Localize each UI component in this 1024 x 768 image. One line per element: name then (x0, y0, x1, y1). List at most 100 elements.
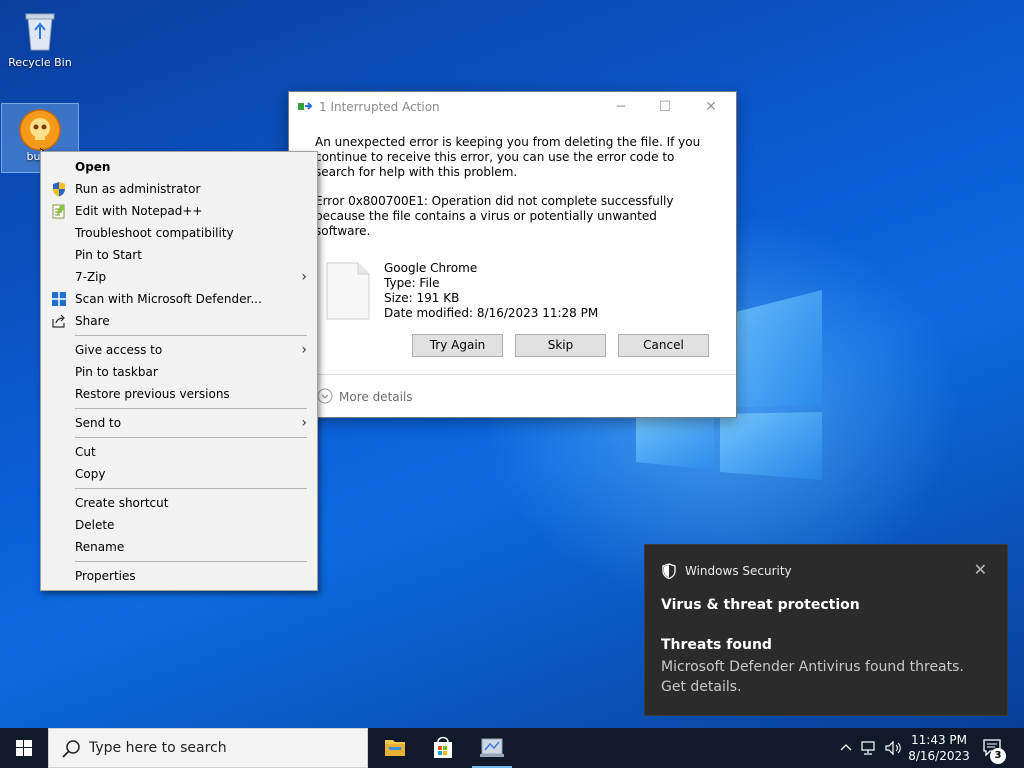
menu-item-label: Send to (75, 416, 122, 430)
control-panel-icon (480, 738, 504, 757)
menu-item-label: Cut (75, 445, 96, 459)
maximize-button[interactable]: ☐ (650, 96, 680, 118)
menu-item-label: Scan with Microsoft Defender... (75, 292, 262, 306)
menu-item-share[interactable]: Share (41, 310, 317, 332)
menu-item-label: Rename (75, 540, 125, 554)
file-explorer-icon (385, 740, 405, 756)
file-move-icon (298, 102, 313, 110)
desktop-icon-label: Recycle Bin (8, 56, 72, 69)
menu-item-label: Run as administrator (75, 182, 201, 196)
menu-item-label: Properties (75, 569, 136, 583)
windows-security-toast[interactable]: Windows Security ✕ Virus & threat protec… (644, 544, 1008, 716)
dialog-message: An unexpected error is keeping you from … (315, 135, 701, 179)
menu-item-restore-previous-versions[interactable]: Restore previous versions (41, 383, 317, 405)
menu-item-run-as-administrator[interactable]: Run as administrator (41, 178, 317, 200)
cancel-button[interactable]: Cancel (618, 334, 709, 357)
notepad-icon (52, 204, 65, 219)
toast-body: Microsoft Defender Antivirus found threa… (661, 659, 964, 695)
clock-date: 8/16/2023 (908, 749, 970, 763)
menu-item-label: 7-Zip (75, 270, 107, 284)
file-size: Size: 191 KB (384, 291, 460, 305)
file-icon (326, 262, 370, 320)
toast-heading: Virus & threat protection (661, 597, 860, 613)
search-icon (62, 740, 80, 758)
taskbar: Type here to search 11:43 PM 8/16/2023 3 (0, 728, 1024, 768)
menu-item-label: Pin to Start (75, 248, 142, 262)
desktop-icon-recycle-bin[interactable]: Recycle Bin (2, 8, 78, 69)
taskbar-file-explorer[interactable] (371, 728, 419, 768)
minimize-button[interactable]: ─ (606, 96, 636, 118)
more-details-link[interactable]: More details (339, 390, 413, 404)
menu-separator (75, 561, 307, 562)
menu-item-label: Delete (75, 518, 115, 532)
context-menu: Open Run as administrator Edit with Note… (40, 151, 318, 591)
menu-item-create-shortcut[interactable]: Create shortcut (41, 492, 317, 514)
menu-item-label: Restore previous versions (75, 387, 230, 401)
file-type: Type: File (384, 276, 440, 290)
menu-item-pin-to-taskbar[interactable]: Pin to taskbar (41, 361, 317, 383)
menu-item-label: Pin to taskbar (75, 365, 158, 379)
microsoft-store-icon (434, 736, 452, 758)
menu-item-label: Give access to (75, 343, 163, 357)
taskbar-microsoft-store[interactable] (419, 728, 467, 768)
chevron-right-icon: › (301, 415, 307, 431)
menu-item-cut[interactable]: Cut (41, 441, 317, 463)
notification-count-badge: 3 (990, 748, 1006, 764)
menu-item-label: Troubleshoot compatibility (75, 226, 234, 240)
system-tray (838, 728, 901, 768)
dialog-titlebar[interactable]: 1 Interrupted Action ─ ☐ ✕ (289, 92, 736, 122)
taskbar-control-panel[interactable] (468, 728, 516, 768)
menu-item-delete[interactable]: Delete (41, 514, 317, 536)
defender-icon (52, 292, 66, 306)
file-details: Google Chrome Type: File Size: 191 KB Da… (384, 261, 598, 321)
recycle-bin-icon (25, 13, 55, 51)
menu-item-pin-to-start[interactable]: Pin to Start (41, 244, 317, 266)
menu-separator (75, 488, 307, 489)
dialog-title: 1 Interrupted Action (319, 100, 440, 114)
share-icon (52, 314, 65, 328)
search-placeholder: Type here to search (89, 740, 227, 756)
menu-item-label: Copy (75, 467, 106, 481)
close-icon[interactable]: ✕ (974, 560, 987, 579)
file-date-modified: Date modified: 8/16/2023 11:28 PM (384, 306, 599, 320)
chevron-right-icon: › (301, 269, 307, 285)
chevron-up-icon[interactable] (838, 740, 854, 756)
menu-item-open[interactable]: Open (41, 156, 317, 178)
interrupted-action-dialog: 1 Interrupted Action ─ ☐ ✕ An unexpected… (288, 91, 737, 418)
menu-item-troubleshoot-compatibility[interactable]: Troubleshoot compatibility (41, 222, 317, 244)
toast-subheading: Threats found (661, 637, 772, 653)
menu-item-label: Share (75, 314, 110, 328)
menu-item-scan-with-defender[interactable]: Scan with Microsoft Defender... (41, 288, 317, 310)
close-button[interactable]: ✕ (696, 96, 726, 118)
menu-item-label: Create shortcut (75, 496, 169, 510)
menu-item-give-access-to[interactable]: Give access to › (41, 339, 317, 361)
menu-separator (75, 335, 307, 336)
skip-button[interactable]: Skip (515, 334, 606, 357)
network-icon[interactable] (860, 740, 878, 756)
skull-icon (19, 109, 61, 151)
menu-item-label: Open (75, 160, 111, 174)
dialog-error-text: Error 0x800700E1: Operation did not comp… (315, 194, 674, 238)
menu-item-rename[interactable]: Rename (41, 536, 317, 558)
menu-separator (75, 437, 307, 438)
toast-app-name: Windows Security (685, 564, 792, 578)
volume-icon[interactable] (884, 740, 902, 756)
taskbar-clock[interactable]: 11:43 PM 8/16/2023 (904, 732, 974, 764)
shield-icon (662, 563, 676, 579)
menu-item-send-to[interactable]: Send to › (41, 412, 317, 434)
uac-shield-icon (53, 182, 65, 197)
menu-item-copy[interactable]: Copy (41, 463, 317, 485)
menu-item-edit-with-notepad[interactable]: Edit with Notepad++ (41, 200, 317, 222)
file-name: Google Chrome (384, 261, 478, 275)
dialog-footer: More details (289, 374, 736, 418)
chevron-down-icon[interactable] (317, 388, 333, 404)
menu-item-properties[interactable]: Properties (41, 565, 317, 587)
try-again-button[interactable]: Try Again (412, 334, 503, 357)
taskbar-search-box[interactable]: Type here to search (48, 728, 368, 768)
menu-item-7-zip[interactable]: 7-Zip › (41, 266, 317, 288)
start-button[interactable] (0, 728, 48, 768)
chevron-right-icon: › (301, 342, 307, 358)
clock-time: 11:43 PM (911, 733, 967, 747)
menu-separator (75, 408, 307, 409)
windows-start-icon (16, 740, 32, 756)
